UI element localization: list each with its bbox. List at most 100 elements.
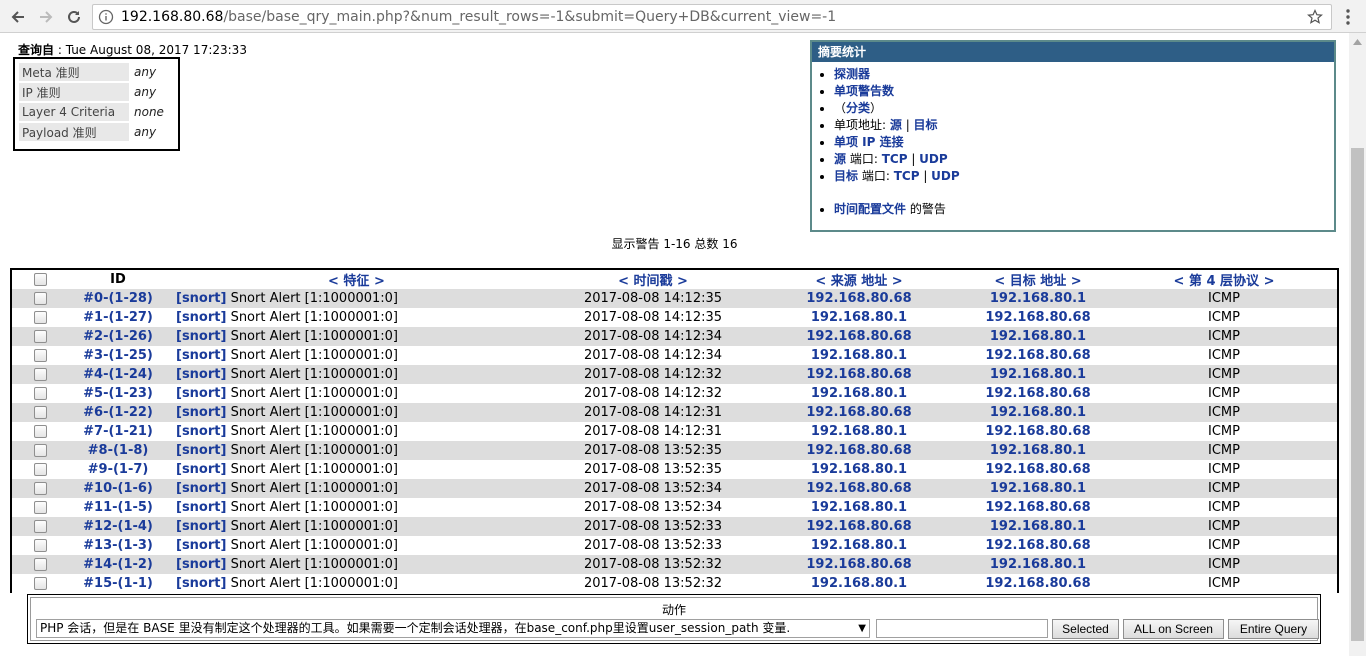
snort-ref-link[interactable]: [snort] — [176, 424, 226, 439]
dst-addr-link[interactable]: 192.168.80.1 — [990, 481, 1086, 496]
forward-button[interactable] — [35, 6, 57, 28]
alert-id-link[interactable]: #7-(1-21) — [83, 424, 153, 439]
row-checkbox[interactable] — [33, 463, 47, 476]
unique-dst-addr-link[interactable]: 目标 — [914, 118, 938, 132]
src-addr-link[interactable]: 192.168.80.68 — [806, 481, 911, 496]
snort-ref-link[interactable]: [snort] — [176, 367, 226, 382]
action-all-on-screen-button[interactable]: ALL on Screen — [1123, 619, 1224, 639]
snort-ref-link[interactable]: [snort] — [176, 348, 226, 363]
scroll-thumb[interactable] — [1351, 148, 1364, 641]
snort-ref-link[interactable]: [snort] — [176, 310, 226, 325]
alert-id-link[interactable]: #1-(1-27) — [83, 310, 153, 325]
dst-udp-port-link[interactable]: UDP — [931, 169, 960, 183]
src-addr-link[interactable]: 192.168.80.68 — [806, 367, 911, 382]
scroll-up-button[interactable] — [1349, 33, 1366, 50]
alert-id-link[interactable]: #12-(1-4) — [83, 519, 153, 534]
unique-ip-links-link[interactable]: 单项 IP 连接 — [834, 135, 904, 149]
snort-ref-link[interactable]: [snort] — [176, 405, 226, 420]
alert-id-link[interactable]: #8-(1-8) — [88, 443, 149, 458]
row-checkbox[interactable] — [33, 387, 47, 400]
dst-addr-link[interactable]: 192.168.80.68 — [985, 310, 1090, 325]
src-addr-link[interactable]: 192.168.80.68 — [806, 291, 911, 306]
unique-alerts-link[interactable]: 单项警告数 — [834, 84, 894, 98]
src-udp-port-link[interactable]: UDP — [919, 152, 948, 166]
src-addr-link[interactable]: 192.168.80.68 — [806, 443, 911, 458]
src-addr-link[interactable]: 192.168.80.1 — [811, 348, 907, 363]
src-addr-link[interactable]: 192.168.80.1 — [811, 310, 907, 325]
sort-src-addr-link[interactable]: < 来源 地址 > — [815, 274, 902, 289]
alert-id-link[interactable]: #15-(1-1) — [83, 576, 153, 591]
reload-button[interactable] — [63, 6, 85, 28]
snort-ref-link[interactable]: [snort] — [176, 329, 226, 344]
alert-id-link[interactable]: #6-(1-22) — [83, 405, 153, 420]
dst-addr-link[interactable]: 192.168.80.68 — [985, 462, 1090, 477]
dst-addr-link[interactable]: 192.168.80.68 — [985, 348, 1090, 363]
dst-addr-link[interactable]: 192.168.80.1 — [990, 367, 1086, 382]
src-addr-link[interactable]: 192.168.80.1 — [811, 386, 907, 401]
alert-id-link[interactable]: #5-(1-23) — [83, 386, 153, 401]
sort-signature-link[interactable]: < 特征 > — [328, 274, 385, 289]
dst-addr-link[interactable]: 192.168.80.1 — [990, 557, 1086, 572]
action-selected-button[interactable]: Selected — [1052, 619, 1119, 639]
vertical-scrollbar[interactable] — [1349, 33, 1366, 656]
unique-src-addr-link[interactable]: 源 — [890, 118, 902, 132]
select-all-checkbox[interactable] — [33, 273, 47, 286]
src-addr-link[interactable]: 192.168.80.68 — [806, 329, 911, 344]
info-icon[interactable] — [98, 9, 114, 25]
src-addr-link[interactable]: 192.168.80.68 — [806, 519, 911, 534]
src-addr-link[interactable]: 192.168.80.68 — [806, 405, 911, 420]
alert-id-link[interactable]: #4-(1-24) — [83, 367, 153, 382]
dst-port-link[interactable]: 目标 — [834, 169, 858, 183]
row-checkbox[interactable] — [33, 444, 47, 457]
row-checkbox[interactable] — [33, 368, 47, 381]
row-checkbox[interactable] — [33, 330, 47, 343]
sort-timestamp-link[interactable]: < 时间戳 > — [618, 274, 688, 289]
url-text[interactable]: 192.168.80.68/base/base_qry_main.php?&nu… — [121, 9, 836, 25]
dst-addr-link[interactable]: 192.168.80.1 — [990, 443, 1086, 458]
snort-ref-link[interactable]: [snort] — [176, 557, 226, 572]
row-checkbox[interactable] — [33, 520, 47, 533]
src-addr-link[interactable]: 192.168.80.68 — [806, 557, 911, 572]
dst-addr-link[interactable]: 192.168.80.1 — [990, 405, 1086, 420]
src-addr-link[interactable]: 192.168.80.1 — [811, 424, 907, 439]
alert-id-link[interactable]: #2-(1-26) — [83, 329, 153, 344]
snort-ref-link[interactable]: [snort] — [176, 386, 226, 401]
dst-addr-link[interactable]: 192.168.80.68 — [985, 424, 1090, 439]
row-checkbox[interactable] — [33, 349, 47, 362]
src-addr-link[interactable]: 192.168.80.1 — [811, 576, 907, 591]
sort-dst-addr-link[interactable]: < 目标 地址 > — [994, 274, 1081, 289]
row-checkbox[interactable] — [33, 311, 47, 324]
sensors-link[interactable]: 探测器 — [834, 67, 870, 81]
snort-ref-link[interactable]: [snort] — [176, 576, 226, 591]
snort-ref-link[interactable]: [snort] — [176, 500, 226, 515]
row-checkbox[interactable] — [33, 482, 47, 495]
dst-addr-link[interactable]: 192.168.80.1 — [990, 329, 1086, 344]
alert-id-link[interactable]: #11-(1-5) — [83, 500, 153, 515]
dst-tcp-port-link[interactable]: TCP — [894, 169, 920, 183]
alert-id-link[interactable]: #0-(1-28) — [83, 291, 153, 306]
snort-ref-link[interactable]: [snort] — [176, 519, 226, 534]
row-checkbox[interactable] — [33, 539, 47, 552]
classes-link[interactable]: 分类 — [846, 101, 870, 115]
src-tcp-port-link[interactable]: TCP — [882, 152, 908, 166]
row-checkbox[interactable] — [33, 577, 47, 590]
address-bar[interactable]: 192.168.80.68/base/base_qry_main.php?&nu… — [92, 4, 1332, 30]
alert-id-link[interactable]: #14-(1-2) — [83, 557, 153, 572]
time-profile-link[interactable]: 时间配置文件 — [834, 202, 906, 216]
row-checkbox[interactable] — [33, 425, 47, 438]
bookmark-star-icon[interactable] — [1307, 9, 1323, 25]
action-select[interactable]: PHP 会话，但是在 BASE 里没有制定这个处理器的工具。如果需要一个定制会话… — [36, 619, 870, 638]
back-button[interactable] — [7, 6, 29, 28]
dst-addr-link[interactable]: 192.168.80.68 — [985, 386, 1090, 401]
dst-addr-link[interactable]: 192.168.80.1 — [990, 291, 1086, 306]
snort-ref-link[interactable]: [snort] — [176, 538, 226, 553]
row-checkbox[interactable] — [33, 558, 47, 571]
row-checkbox[interactable] — [33, 292, 47, 305]
alert-id-link[interactable]: #13-(1-3) — [83, 538, 153, 553]
action-entire-query-button[interactable]: Entire Query — [1228, 619, 1319, 639]
snort-ref-link[interactable]: [snort] — [176, 291, 226, 306]
alert-id-link[interactable]: #10-(1-6) — [83, 481, 153, 496]
snort-ref-link[interactable]: [snort] — [176, 462, 226, 477]
src-port-link[interactable]: 源 — [834, 152, 846, 166]
src-addr-link[interactable]: 192.168.80.1 — [811, 462, 907, 477]
